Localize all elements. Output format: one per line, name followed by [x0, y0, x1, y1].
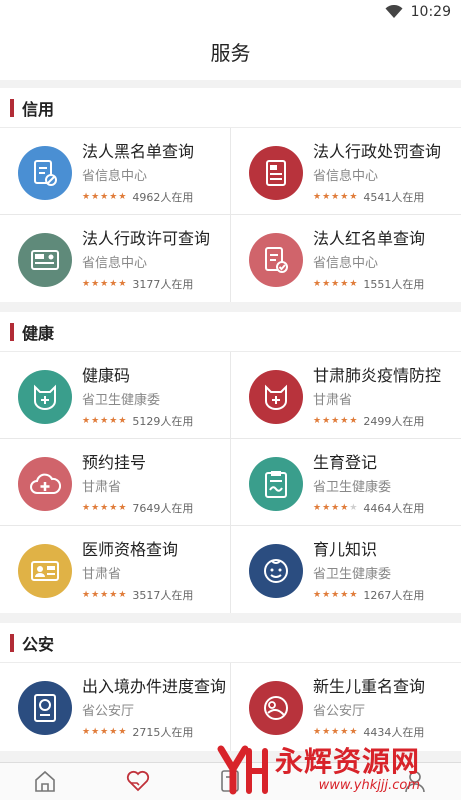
tab-home[interactable] — [25, 769, 65, 800]
rating-stars: ★ ★ ★ ★ ★ — [313, 416, 358, 426]
watermark-name: 永辉资源网 — [275, 744, 421, 778]
service-card[interactable]: 法人行政处罚查询 省信息中心 ★ ★ ★ ★ ★ 4541人在用 — [231, 128, 461, 215]
watermark: 永辉资源网 www.yhkjjj.com — [215, 738, 461, 800]
rating-stars: ★ ★ ★ ★ ★ — [313, 503, 358, 513]
penalty-doc-icon — [249, 146, 303, 200]
service-card[interactable]: 医师资格查询 甘肃省 ★ ★ ★ ★ ★ 3517人在用 — [0, 526, 230, 613]
page-title: 服务 — [0, 26, 461, 80]
rating-stars: ★ ★ ★ ★ ★ — [82, 192, 127, 202]
clock: 10:29 — [410, 4, 451, 20]
section-header-health: 健康 — [0, 312, 461, 352]
blacklist-doc-icon — [18, 146, 72, 200]
rating-stars: ★ ★ ★ ★ ★ — [82, 416, 127, 426]
wifi-icon — [385, 5, 403, 18]
rating-stars: ★ ★ ★ ★ ★ — [313, 192, 358, 202]
clipboard-icon — [249, 457, 303, 511]
service-card[interactable]: 健康码 省卫生健康委 ★ ★ ★ ★ ★ 5129人在用 — [0, 352, 230, 439]
service-card[interactable]: 育儿知识 省卫生健康委 ★ ★ ★ ★ ★ 1267人在用 — [231, 526, 461, 613]
rating-stars: ★ ★ ★ ★ ★ — [82, 727, 127, 737]
service-grid-credit: 法人黑名单查询 省信息中心 ★ ★ ★ ★ ★ 4962人在用 法人行政处罚查询 省信息中… — [0, 128, 461, 302]
status-bar: 10:29 — [0, 0, 461, 26]
section-header-credit: 信用 — [0, 88, 461, 128]
rating-stars: ★ ★ ★ ★ ★ — [313, 279, 358, 289]
epidemic-icon — [249, 370, 303, 424]
section-header-police: 公安 — [0, 623, 461, 663]
home-icon — [35, 770, 55, 792]
rating-stars: ★ ★ ★ ★ ★ — [82, 279, 127, 289]
watermark-url: www.yhkjjj.com — [318, 777, 421, 793]
cloud-medical-icon — [18, 457, 72, 511]
tab-services[interactable] — [118, 769, 158, 800]
health-code-icon — [18, 370, 72, 424]
heart-hand-icon — [126, 770, 150, 792]
service-card[interactable]: 预约挂号 甘肃省 ★ ★ ★ ★ ★ 7649人在用 — [0, 439, 230, 526]
redlist-doc-icon — [249, 233, 303, 287]
service-card[interactable]: 生育登记 省卫生健康委 ★ ★ ★ ★ ★ 4464人在用 — [231, 439, 461, 526]
newborn-icon — [249, 681, 303, 735]
rating-stars: ★ ★ ★ ★ ★ — [313, 590, 358, 600]
service-card[interactable]: 法人红名单查询 省信息中心 ★ ★ ★ ★ ★ 1551人在用 — [231, 215, 461, 302]
service-card[interactable]: 新生儿重名查询 省公安厅 ★ ★ ★ ★ ★ 4434人在用 — [231, 663, 461, 750]
passport-icon — [18, 681, 72, 735]
rating-stars: ★ ★ ★ ★ ★ — [82, 503, 127, 513]
watermark-logo-icon — [215, 741, 271, 797]
license-card-icon — [18, 233, 72, 287]
baby-face-icon — [249, 544, 303, 598]
service-card[interactable]: 出入境办件进度查询 省公安厅 ★ ★ ★ ★ ★ 2715人在用 — [0, 663, 230, 750]
service-card[interactable]: 法人黑名单查询 省信息中心 ★ ★ ★ ★ ★ 4962人在用 — [0, 128, 230, 215]
rating-stars: ★ ★ ★ ★ ★ — [82, 590, 127, 600]
service-card[interactable]: 甘肃肺炎疫情防控 甘肃省 ★ ★ ★ ★ ★ 2499人在用 — [231, 352, 461, 439]
rating-stars: ★ ★ ★ ★ ★ — [313, 727, 358, 737]
service-card[interactable]: 法人行政许可查询 省信息中心 ★ ★ ★ ★ ★ 3177人在用 — [0, 215, 230, 302]
service-grid-health: 健康码 省卫生健康委 ★ ★ ★ ★ ★ 5129人在用 甘肃肺炎疫情防控 甘肃省 ★ ★ ★… — [0, 352, 461, 613]
doctor-card-icon — [18, 544, 72, 598]
